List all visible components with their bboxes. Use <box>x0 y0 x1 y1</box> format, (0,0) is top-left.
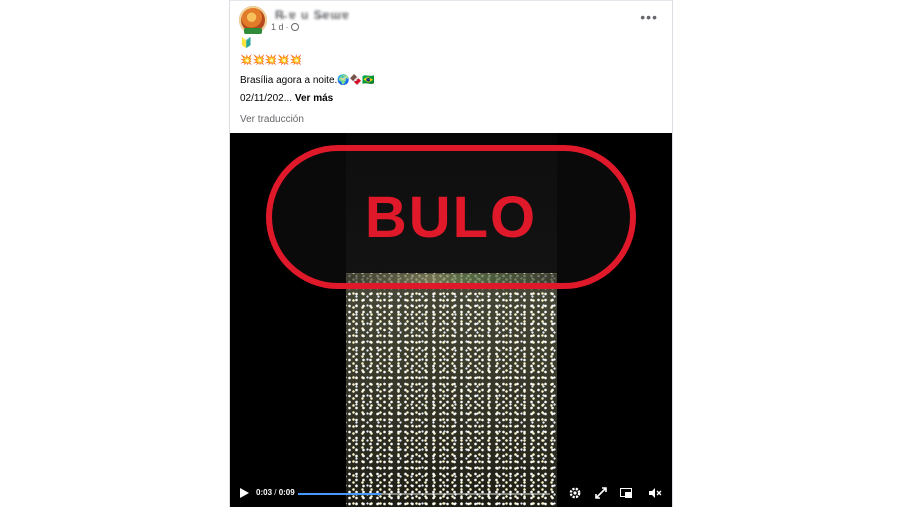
time-separator: / <box>272 488 279 497</box>
avatar-badge <box>244 28 262 34</box>
facebook-post: R̶ ɐ u S̶ɐɯɐ 1 d · ••• 🔰 💥💥💥💥💥 Brasília … <box>229 0 673 507</box>
crowd-with-phone-lights-image <box>346 273 557 507</box>
see-translation-link[interactable]: Ver traducción <box>240 114 304 125</box>
video-controls: 0:03 / 0:09 <box>230 481 672 507</box>
globe-icon <box>290 23 299 31</box>
time-current: 0:03 <box>256 488 273 497</box>
hoax-stamp: BULO <box>266 145 636 289</box>
video-time: 0:03 / 0:09 <box>256 488 295 497</box>
video-player[interactable]: BULO 0:03 / 0:09 <box>230 133 672 507</box>
post-time[interactable]: 1 d <box>271 22 284 32</box>
post-text-line: 💥💥💥💥💥 <box>240 55 303 66</box>
progress-bar[interactable] <box>298 493 550 495</box>
picture-in-picture-icon[interactable] <box>619 486 633 500</box>
post-text-line: 🔰 <box>240 38 253 49</box>
post-text-line: Brasília agora a noite.🌍🍫🇧🇷 <box>240 75 375 86</box>
post-text-line: 02/11/202... Ver más <box>240 93 333 104</box>
fullscreen-expand-icon[interactable] <box>594 486 608 500</box>
more-options-button[interactable]: ••• <box>640 9 658 25</box>
time-total: 0:09 <box>278 488 295 497</box>
see-more-link[interactable]: Ver más <box>295 93 333 104</box>
hoax-stamp-text: BULO <box>364 184 538 250</box>
progress-fill <box>298 493 382 495</box>
separator-dot: · <box>285 22 289 32</box>
author-name[interactable]: R̶ ɐ u S̶ɐɯɐ <box>275 8 350 22</box>
post-date-text: 02/11/202... <box>240 93 293 104</box>
pip-inner <box>625 492 632 498</box>
settings-gear-icon[interactable] <box>568 486 582 500</box>
post-meta: 1 d · <box>271 22 299 32</box>
volume-muted-icon[interactable] <box>648 486 662 500</box>
divider <box>230 0 672 1</box>
play-icon[interactable] <box>240 488 249 498</box>
